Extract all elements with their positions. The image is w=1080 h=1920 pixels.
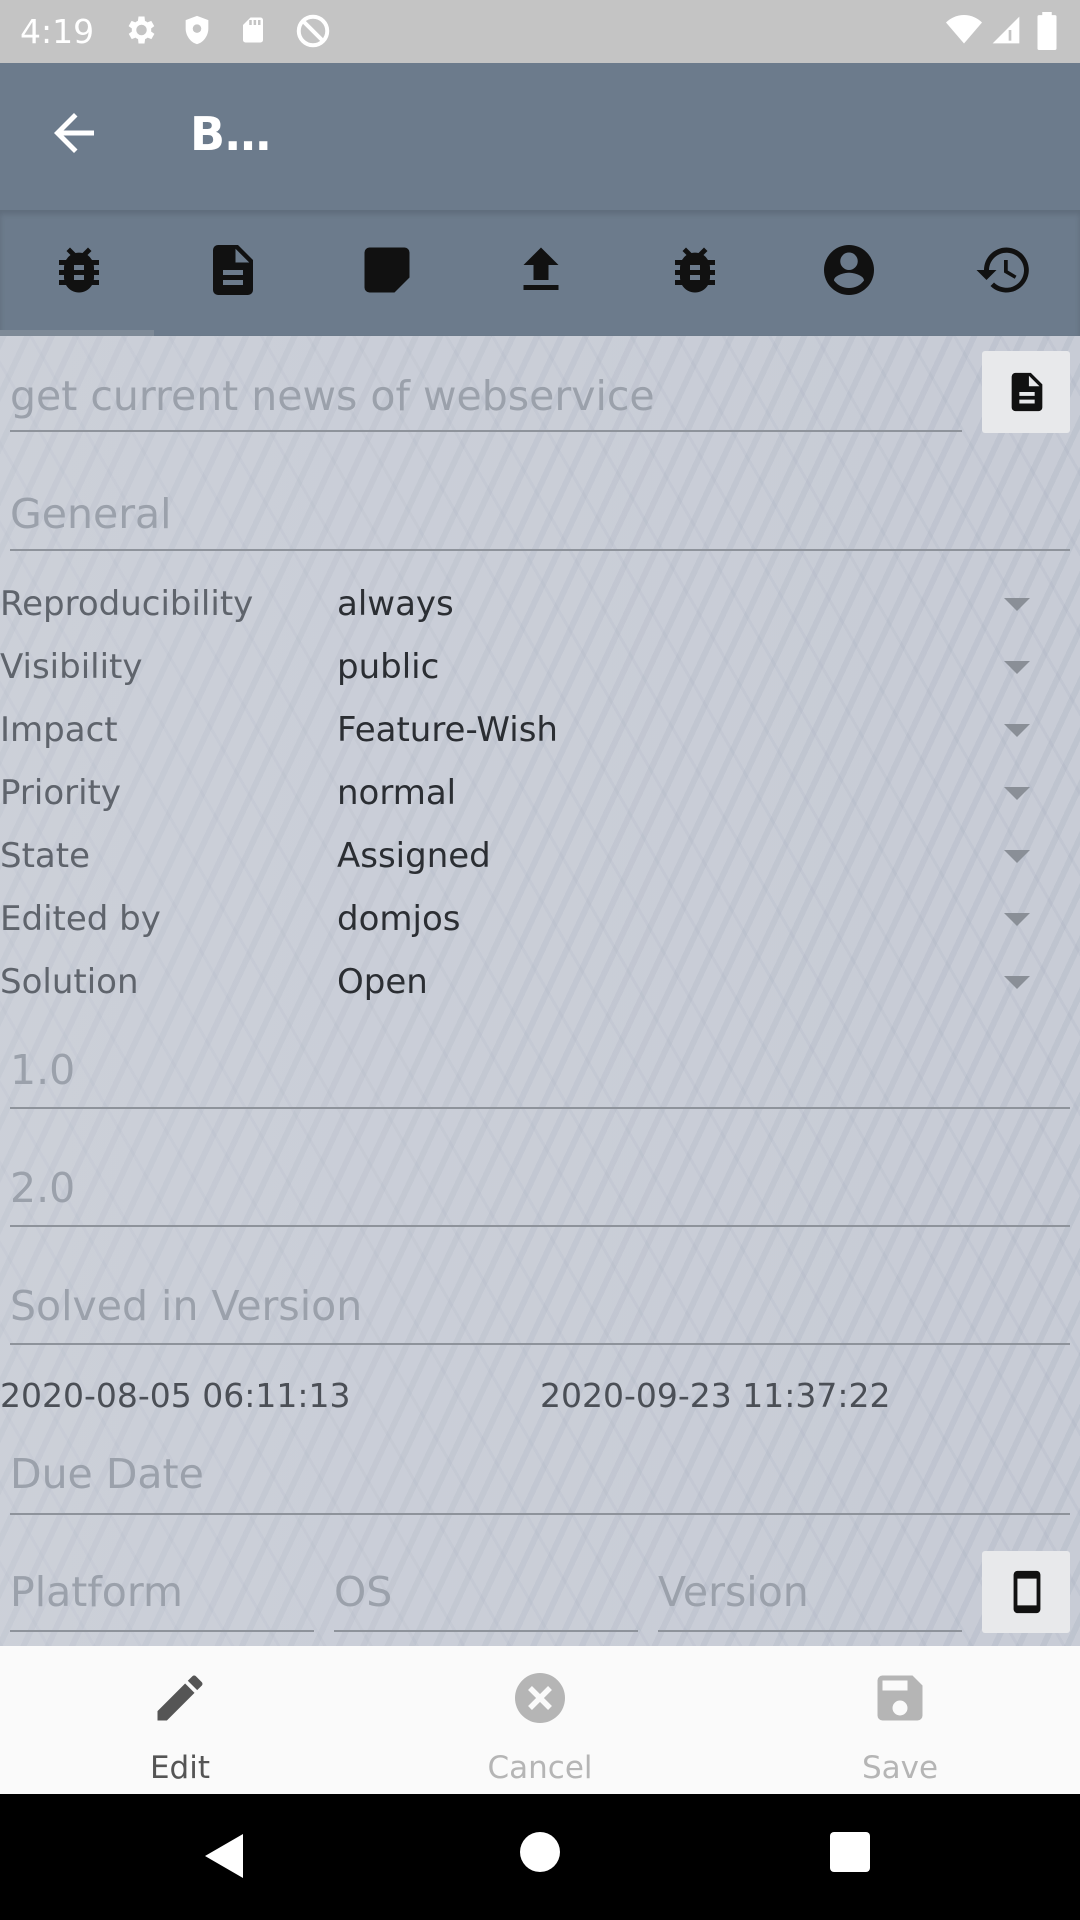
tab-bug[interactable] xyxy=(49,240,109,300)
reproducibility-label: Reproducibility xyxy=(0,584,254,624)
visibility-select[interactable]: public xyxy=(337,647,439,687)
no-sync-icon xyxy=(294,12,332,50)
page-title: B… xyxy=(190,107,272,161)
bug-icon xyxy=(59,247,99,293)
cancel-label: Cancel xyxy=(487,1750,593,1786)
chevron-down-icon[interactable] xyxy=(1004,724,1030,737)
os-version-underline xyxy=(658,1630,962,1632)
platform-underline xyxy=(10,1630,314,1632)
tab-attachments[interactable] xyxy=(511,240,571,300)
impact-label: Impact xyxy=(0,710,118,750)
reproducibility-select[interactable]: always xyxy=(337,584,454,624)
general-underline xyxy=(10,549,1070,551)
tab-description[interactable] xyxy=(203,240,263,300)
app-bar: B… xyxy=(0,63,1080,210)
save-icon xyxy=(877,1675,923,1721)
document-icon xyxy=(213,245,253,295)
general-input[interactable]: General xyxy=(10,490,172,538)
priority-label: Priority xyxy=(0,773,122,813)
version-input[interactable]: 1.0 xyxy=(10,1046,75,1094)
edit-label: Edit xyxy=(149,1750,211,1786)
cancel-icon xyxy=(515,1673,565,1723)
tab-issues[interactable] xyxy=(665,240,725,300)
solution-label: Solution xyxy=(0,962,139,1002)
tab-users[interactable] xyxy=(819,240,879,300)
os-version-input[interactable]: Version xyxy=(658,1568,809,1616)
nav-recents-icon[interactable] xyxy=(830,1832,870,1872)
solution-select[interactable]: Open xyxy=(337,962,428,1002)
edit-button[interactable]: Edit xyxy=(0,1646,360,1794)
nav-back-icon[interactable] xyxy=(205,1834,243,1878)
status-time: 4:19 xyxy=(20,12,95,51)
status-bar: 4:19 xyxy=(0,0,1080,63)
chevron-down-icon[interactable] xyxy=(1004,976,1030,989)
nav-home-icon[interactable] xyxy=(520,1832,560,1872)
tab-bar xyxy=(0,210,1080,336)
state-label: State xyxy=(0,836,90,876)
summary-input[interactable]: get current news of webservice xyxy=(10,372,655,420)
settings-icon xyxy=(122,12,158,48)
target-version-input[interactable]: 2.0 xyxy=(10,1164,75,1212)
state-select[interactable]: Assigned xyxy=(337,836,491,876)
smartphone-icon xyxy=(1013,1570,1041,1614)
visibility-label: Visibility xyxy=(0,647,143,687)
due-date-underline xyxy=(10,1513,1070,1515)
chevron-down-icon[interactable] xyxy=(1004,787,1030,800)
device-button[interactable] xyxy=(982,1551,1070,1633)
chevron-down-icon[interactable] xyxy=(1004,850,1030,863)
os-input[interactable]: OS xyxy=(334,1568,392,1616)
bottom-action-bar: Edit Cancel Save xyxy=(0,1646,1080,1794)
upload-icon xyxy=(523,247,559,290)
chevron-down-icon[interactable] xyxy=(1004,598,1030,611)
cancel-button[interactable]: Cancel xyxy=(360,1646,720,1794)
history-icon xyxy=(976,247,1029,293)
document-icon xyxy=(1011,372,1043,412)
arrow-back-icon[interactable] xyxy=(44,103,104,163)
sd-card-icon xyxy=(238,12,268,48)
edited-by-label: Edited by xyxy=(0,899,161,939)
priority-select[interactable]: normal xyxy=(337,773,456,813)
shield-icon xyxy=(180,12,214,48)
edited-by-select[interactable]: domjos xyxy=(337,899,460,939)
tab-history[interactable] xyxy=(974,240,1034,300)
account-circle-icon xyxy=(824,245,874,295)
updated-date: 2020-09-23 11:37:22 xyxy=(540,1376,891,1415)
tab-tags[interactable] xyxy=(357,240,417,300)
version-underline xyxy=(10,1107,1070,1109)
battery-icon xyxy=(1036,12,1058,50)
save-label: Save xyxy=(861,1750,939,1786)
os-underline xyxy=(334,1630,638,1632)
signal-icon xyxy=(990,12,1022,48)
platform-input[interactable]: Platform xyxy=(10,1568,183,1616)
bug-icon xyxy=(675,247,715,293)
chevron-down-icon[interactable] xyxy=(1004,661,1030,674)
due-date-input[interactable]: Due Date xyxy=(10,1450,204,1498)
target-version-underline xyxy=(10,1225,1070,1227)
save-button[interactable]: Save xyxy=(720,1646,1080,1794)
label-icon xyxy=(364,247,410,293)
created-date: 2020-08-05 06:11:13 xyxy=(0,1376,351,1415)
summary-underline xyxy=(10,430,962,432)
screen: 4:19 B… get current news of webservice G… xyxy=(0,0,1080,1920)
solved-in-version-underline xyxy=(10,1343,1070,1345)
system-nav-bar xyxy=(0,1794,1080,1920)
description-button[interactable] xyxy=(982,351,1070,433)
pencil-icon xyxy=(157,1675,203,1721)
solved-in-version-input[interactable]: Solved in Version xyxy=(10,1282,362,1330)
impact-select[interactable]: Feature-Wish xyxy=(337,710,558,750)
wifi-icon xyxy=(944,12,984,48)
chevron-down-icon[interactable] xyxy=(1004,913,1030,926)
